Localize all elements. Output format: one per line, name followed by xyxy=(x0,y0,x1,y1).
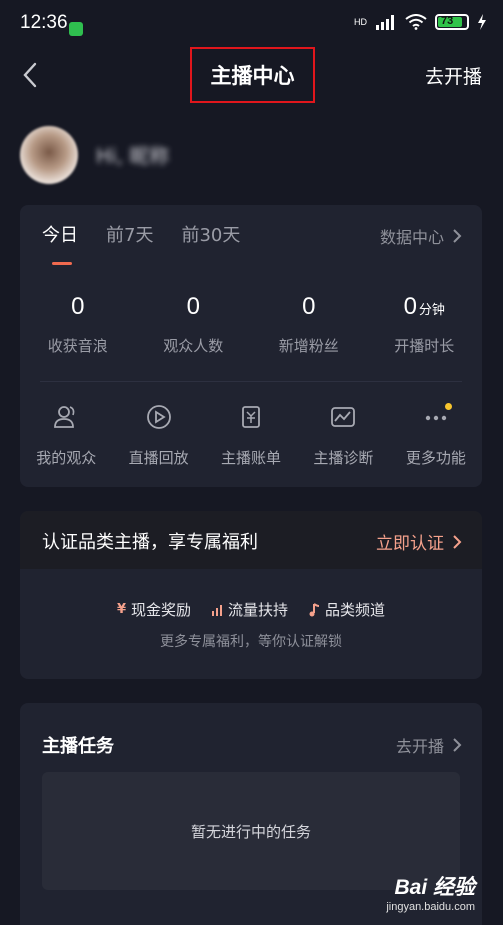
perk-label: 流量扶持 xyxy=(228,601,289,619)
app-notification-icon xyxy=(69,22,83,36)
battery-icon: 73 xyxy=(435,14,469,30)
func-my-audience[interactable]: 我的观众 xyxy=(20,403,112,468)
stat-value: 0 xyxy=(71,293,85,320)
certify-label: 立即认证 xyxy=(376,534,444,554)
diagnosis-icon xyxy=(331,407,356,427)
bar-chart-icon xyxy=(212,604,223,616)
charging-icon xyxy=(478,14,486,30)
stat-duration[interactable]: 0 分钟 开播时长 xyxy=(367,293,483,356)
tab-7-days[interactable]: 前7天 xyxy=(106,221,153,247)
battery-level: 73 xyxy=(441,15,454,27)
func-label: 我的观众 xyxy=(36,449,97,467)
cert-title: 认证品类主播，享专属福利 xyxy=(42,532,258,553)
task-action-label: 去开播 xyxy=(395,737,444,756)
cert-header: 认证品类主播，享专属福利 立即认证 xyxy=(20,511,482,569)
perk-channel: 品类频道 xyxy=(308,599,385,620)
func-host-diagnosis[interactable]: 主播诊断 xyxy=(297,403,389,468)
chevron-right-icon xyxy=(453,534,462,549)
notification-dot xyxy=(445,403,453,410)
stat-label: 开播时长 xyxy=(394,337,455,355)
tab-30-days[interactable]: 前30天 xyxy=(181,221,240,247)
func-label: 主播账单 xyxy=(221,449,282,467)
func-more[interactable]: 更多功能 xyxy=(390,403,482,468)
music-note-icon xyxy=(309,602,320,616)
stat-unit: 分钟 xyxy=(418,302,445,317)
certify-now-button[interactable]: 立即认证 xyxy=(376,529,462,554)
yen-icon: ¥ xyxy=(116,602,126,617)
stats-row: 0 收获音浪 0 观众人数 0 新增粉丝 0 分钟 开播时长 xyxy=(20,293,482,356)
status-time: 12:36 xyxy=(20,12,68,33)
go-live-button[interactable]: 去开播 xyxy=(425,62,482,89)
watermark-url: jingyan.baidu.com xyxy=(386,901,475,913)
watermark-logo: Bai 经验 xyxy=(394,876,475,899)
perks-row: ¥ 现金奖励 流量扶持 品类频道 xyxy=(20,599,482,620)
audience-icon xyxy=(54,406,75,428)
chevron-right-icon xyxy=(453,229,462,243)
page-title: 主播中心 xyxy=(190,47,315,103)
username: Hi, 昵称 xyxy=(96,144,170,168)
perk-label: 现金奖励 xyxy=(131,601,192,619)
watermark: Bai 经验 jingyan.baidu.com xyxy=(386,871,475,913)
task-title: 主播任务 xyxy=(42,736,114,757)
stat-label: 新增粉丝 xyxy=(278,337,339,355)
function-row: 我的观众 直播回放 主播账单 主播诊断 更多功能 xyxy=(20,403,482,468)
bill-icon xyxy=(242,406,260,428)
chevron-right-icon xyxy=(453,738,462,752)
perk-label: 品类频道 xyxy=(325,601,386,619)
stat-income[interactable]: 0 收获音浪 xyxy=(20,293,136,356)
active-tab-indicator xyxy=(52,262,72,265)
data-center-label: 数据中心 xyxy=(379,228,444,247)
perk-traffic: 流量扶持 xyxy=(211,599,288,620)
stat-value: 0 xyxy=(302,293,316,320)
data-center-link[interactable]: 数据中心 xyxy=(380,224,462,248)
task-go-live-button[interactable]: 去开播 xyxy=(396,733,462,757)
stat-label: 收获音浪 xyxy=(47,337,108,355)
status-bar: 12:36 HD 73 xyxy=(0,0,503,44)
tab-today[interactable]: 今日 xyxy=(42,221,78,247)
avatar[interactable] xyxy=(20,126,78,184)
stat-value: 0 xyxy=(186,293,200,320)
func-label: 直播回放 xyxy=(128,449,189,467)
perk-cash: ¥ 现金奖励 xyxy=(117,599,191,620)
stat-value: 0 xyxy=(403,293,417,320)
status-indicators: HD 73 xyxy=(354,14,487,30)
func-host-bill[interactable]: 主播账单 xyxy=(205,403,297,468)
func-live-replay[interactable]: 直播回放 xyxy=(112,403,204,468)
certification-card: 认证品类主播，享专属福利 立即认证 ¥ 现金奖励 流量扶持 品类频道 更多专属福… xyxy=(20,511,482,679)
nav-bar: 主播中心 去开播 xyxy=(0,44,503,106)
back-arrow-icon[interactable] xyxy=(16,60,46,90)
func-label: 主播诊断 xyxy=(313,449,374,467)
replay-icon xyxy=(146,405,171,429)
signal-icon xyxy=(376,15,394,30)
hd-label: HD xyxy=(354,17,367,27)
stat-viewers[interactable]: 0 观众人数 xyxy=(136,293,252,356)
time-range-tabs: 今日 前7天 前30天 xyxy=(42,221,240,247)
stats-card: 今日 前7天 前30天 数据中心 0 收获音浪 0 观众人数 0 新增粉丝 0分… xyxy=(20,205,482,487)
cert-subtitle: 更多专属福利，等你认证解锁 xyxy=(160,634,342,650)
func-label: 更多功能 xyxy=(405,449,466,467)
divider xyxy=(40,381,462,382)
stat-new-fans[interactable]: 0 新增粉丝 xyxy=(251,293,367,356)
wifi-icon xyxy=(405,14,427,30)
stat-label: 观众人数 xyxy=(163,337,224,355)
